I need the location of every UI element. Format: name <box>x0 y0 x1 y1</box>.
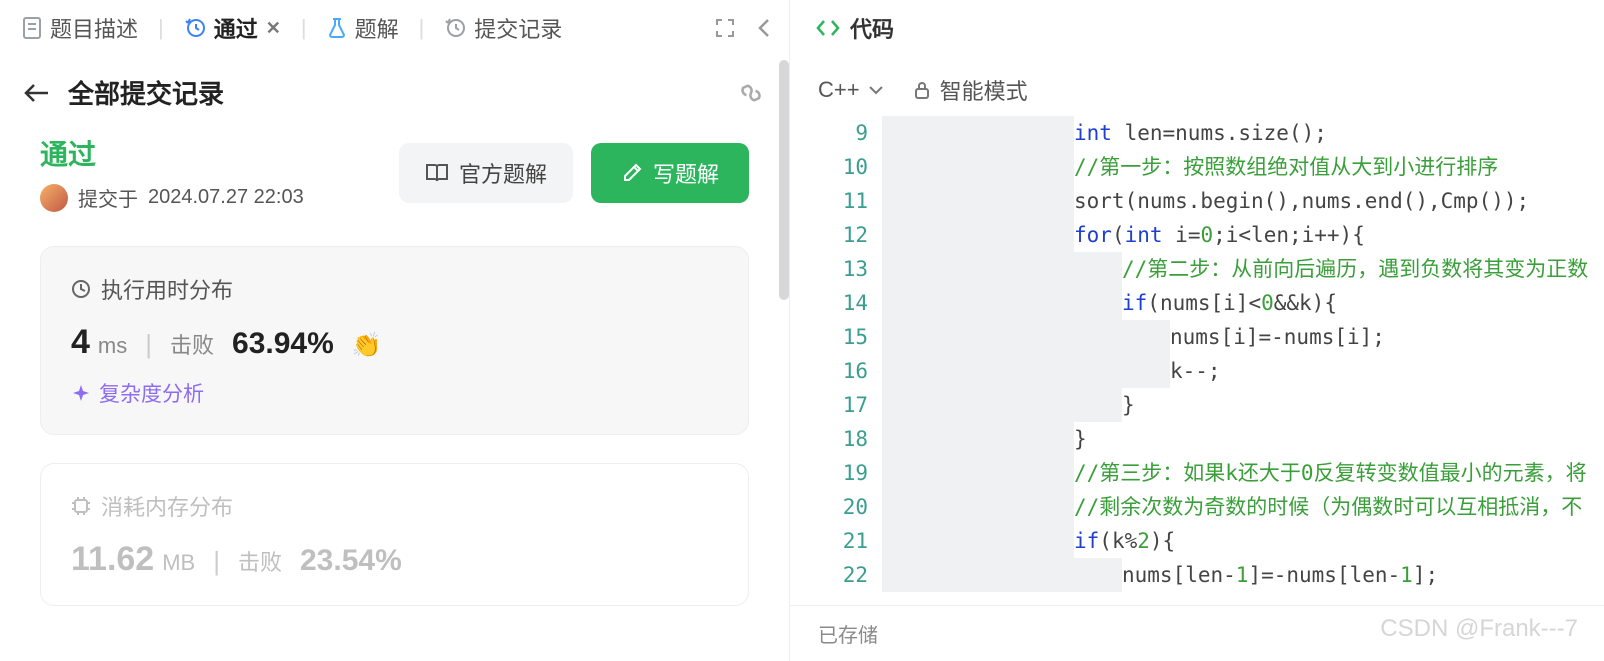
document-icon <box>22 17 42 39</box>
left-scrollbar[interactable] <box>779 60 789 300</box>
beat-percent: 23.54% <box>300 544 402 578</box>
saved-label: 已存储 <box>818 619 878 648</box>
tab-label: 提交记录 <box>474 12 562 44</box>
language-selector[interactable]: C++ <box>818 77 884 103</box>
clock-icon <box>71 279 91 299</box>
code-line[interactable]: } <box>882 388 1604 422</box>
memory-value: 11.62 <box>71 540 154 579</box>
chevron-down-icon <box>868 84 884 96</box>
mode-label: 智能模式 <box>940 74 1028 106</box>
tab-passed[interactable]: 通过 ✕ <box>174 6 291 50</box>
save-status-row: 已存储 <box>790 605 1604 661</box>
tab-label: 通过 <box>214 12 258 44</box>
code-editor[interactable]: 910111213141516171819202122 int len=nums… <box>790 112 1604 605</box>
code-line[interactable]: //第三步：如果k还大于0反复转变数值最小的元素，将 <box>882 456 1604 490</box>
clap-icon: 👏 <box>352 331 382 360</box>
code-line[interactable]: if(k%2){ <box>882 524 1604 558</box>
tab-separator: | <box>419 15 425 41</box>
submitted-prefix: 提交于 <box>78 183 138 212</box>
code-line[interactable]: } <box>882 422 1604 456</box>
mode-indicator[interactable]: 智能模式 <box>914 74 1028 106</box>
expand-icon[interactable] <box>709 12 741 44</box>
runtime-card[interactable]: 执行用时分布 4 ms | 击败 63.94% 👏 复杂度分析 <box>40 246 749 435</box>
code-line[interactable]: if(nums[i]<0&&k){ <box>882 286 1604 320</box>
line-gutter: 910111213141516171819202122 <box>790 112 882 605</box>
link-icon[interactable] <box>737 82 765 104</box>
beat-label: 击败 <box>170 328 214 360</box>
tab-label: 题解 <box>355 12 399 44</box>
edit-icon <box>621 162 643 184</box>
memory-card[interactable]: 消耗内存分布 11.62 MB | 击败 23.54% <box>40 463 749 606</box>
close-icon[interactable]: ✕ <box>266 18 281 39</box>
code-line[interactable]: nums[len-1]=-nums[len-1]; <box>882 558 1604 592</box>
tab-solutions[interactable]: 题解 <box>317 6 409 50</box>
language-row: C++ 智能模式 <box>790 56 1604 112</box>
official-solution-button[interactable]: 官方题解 <box>399 143 573 203</box>
code-header: 代码 <box>790 0 1604 56</box>
memory-unit: MB <box>162 550 195 576</box>
card-title-text: 执行用时分布 <box>101 273 233 305</box>
tab-separator: | <box>158 15 164 41</box>
collapse-left-icon[interactable] <box>751 12 777 44</box>
code-body[interactable]: int len=nums.size();//第一步：按照数组绝对值从大到小进行排… <box>882 112 1604 605</box>
tabs-row: 题目描述 | 通过 ✕ | 题解 | 提交记录 <box>0 0 789 56</box>
button-label: 写题解 <box>653 157 719 189</box>
right-pane: 代码 C++ 智能模式 910111213141516171819202122 … <box>790 0 1604 661</box>
complexity-label: 复杂度分析 <box>99 378 204 408</box>
flask-icon <box>327 17 347 39</box>
history-icon <box>184 17 206 39</box>
code-line[interactable]: //剩余次数为奇数的时候（为偶数时可以互相抵消，不 <box>882 490 1604 524</box>
code-line[interactable]: k--; <box>882 354 1604 388</box>
beat-label: 击败 <box>238 545 282 577</box>
code-icon <box>816 18 840 38</box>
code-line[interactable]: sort(nums.begin(),nums.end(),Cmp()); <box>882 184 1604 218</box>
page-title: 全部提交记录 <box>68 74 224 111</box>
separator: | <box>213 546 220 577</box>
code-line[interactable]: for(int i=0;i<len;i++){ <box>882 218 1604 252</box>
tab-separator: | <box>301 15 307 41</box>
code-line[interactable]: nums[i]=-nums[i]; <box>882 320 1604 354</box>
code-header-label: 代码 <box>850 12 894 44</box>
book-icon <box>425 163 449 183</box>
complexity-link[interactable]: 复杂度分析 <box>71 378 718 408</box>
history-icon <box>444 17 466 39</box>
chip-icon <box>71 496 91 516</box>
avatar[interactable] <box>40 184 68 212</box>
result-header: 通过 提交于 2024.07.27 22:03 官方题解 写题解 <box>0 123 789 218</box>
beat-percent: 63.94% <box>232 327 334 361</box>
button-label: 官方题解 <box>459 157 547 189</box>
stats-container: 执行用时分布 4 ms | 击败 63.94% 👏 复杂度分析 消耗内存分布 1… <box>0 218 789 634</box>
submitted-time: 2024.07.27 22:03 <box>148 186 304 209</box>
code-line[interactable]: //第一步：按照数组绝对值从大到小进行排序 <box>882 150 1604 184</box>
left-pane: 题目描述 | 通过 ✕ | 题解 | 提交记录 全部提交记录 <box>0 0 790 661</box>
tab-label: 题目描述 <box>50 12 138 44</box>
sparkle-icon <box>71 383 91 403</box>
lock-icon <box>914 81 930 99</box>
tab-submissions[interactable]: 提交记录 <box>434 6 572 50</box>
status-badge: 通过 <box>40 133 304 173</box>
write-solution-button[interactable]: 写题解 <box>591 143 749 203</box>
runtime-value: 4 <box>71 323 90 362</box>
code-line[interactable]: int len=nums.size(); <box>882 116 1604 150</box>
back-button[interactable] <box>24 83 50 103</box>
language-label: C++ <box>818 77 860 103</box>
breadcrumb-row: 全部提交记录 <box>0 56 789 123</box>
card-title-text: 消耗内存分布 <box>101 490 233 522</box>
runtime-unit: ms <box>98 333 127 359</box>
separator: | <box>145 329 152 360</box>
tab-description[interactable]: 题目描述 <box>12 6 148 50</box>
code-line[interactable]: //第二步：从前向后遍历，遇到负数将其变为正数 <box>882 252 1604 286</box>
